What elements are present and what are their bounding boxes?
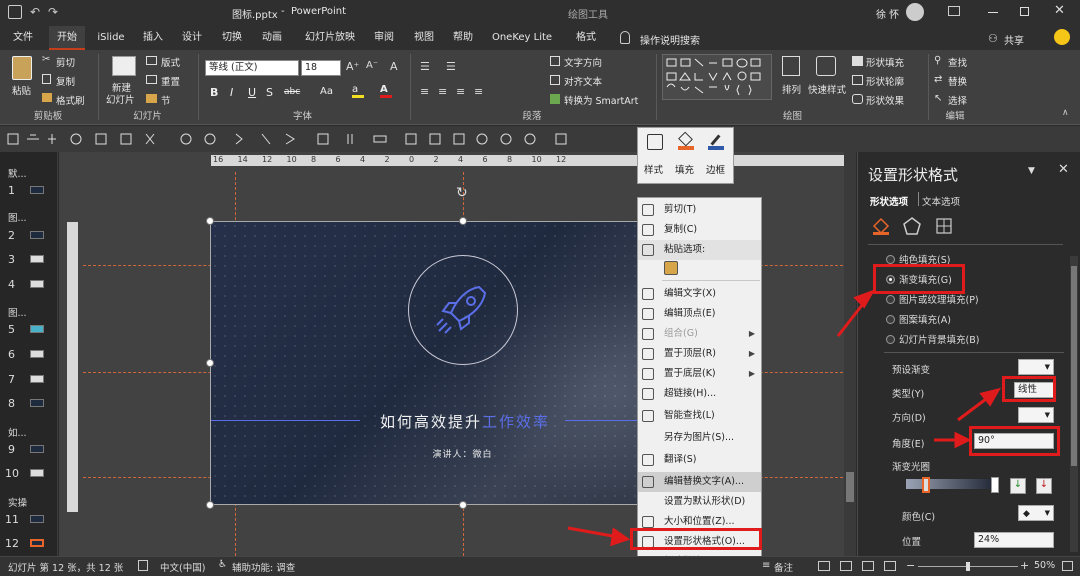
- accessibility-status[interactable]: 辅助功能: 调查: [232, 560, 295, 574]
- annotation-arrows: [567, 289, 1002, 547]
- accessibility-icon: ♿: [218, 559, 227, 570]
- language-status[interactable]: 中文(中国): [160, 560, 205, 574]
- zoom-level[interactable]: 50%: [1034, 560, 1055, 571]
- fit-slide-icon[interactable]: [1062, 561, 1073, 571]
- zoom-slider-thumb[interactable]: [966, 562, 970, 571]
- notes-button[interactable]: 备注: [774, 560, 793, 574]
- normal-view-icon[interactable]: [818, 561, 830, 571]
- reading-view-icon[interactable]: [862, 561, 874, 571]
- status-bar: 幻灯片 第 12 张，共 12 张 中文(中国) ♿ 辅助功能: 调查 ≡ 备注…: [0, 556, 1080, 576]
- slideshow-icon[interactable]: [884, 561, 896, 571]
- slide-sorter-icon[interactable]: [840, 561, 852, 571]
- notes-icon: ≡: [762, 560, 771, 571]
- spellcheck-icon[interactable]: [138, 560, 148, 571]
- zoom-in-icon[interactable]: +: [1020, 559, 1029, 572]
- slide-count: 幻灯片 第 12 张，共 12 张: [8, 563, 124, 574]
- zoom-out-icon[interactable]: −: [906, 559, 915, 572]
